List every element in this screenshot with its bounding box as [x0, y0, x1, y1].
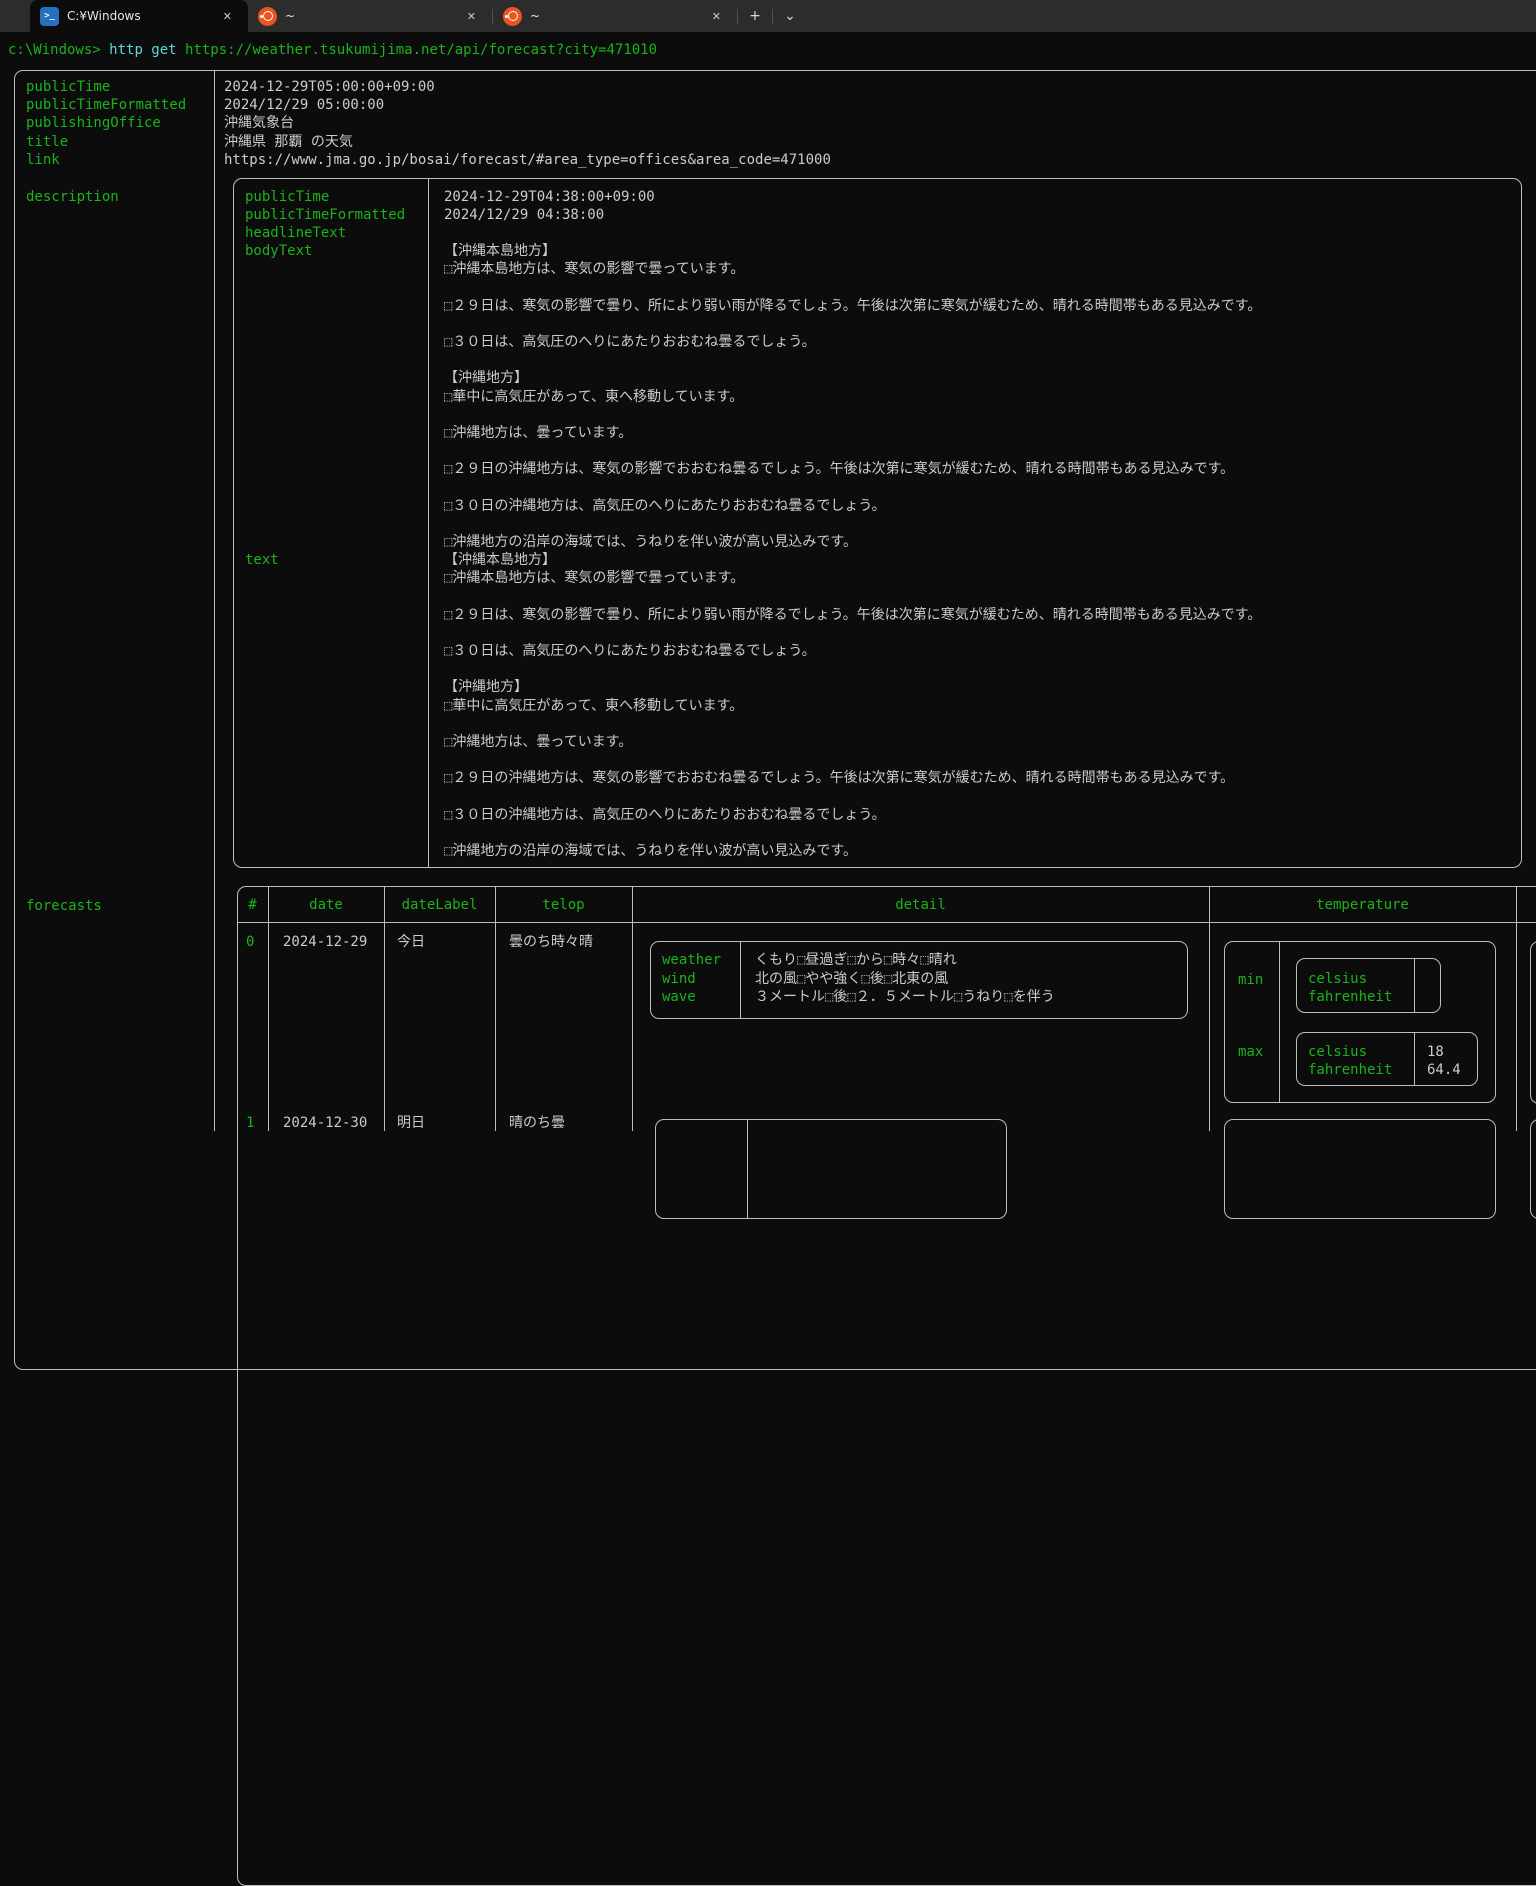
key-fahrenheit: fahrenheit — [1308, 1061, 1392, 1079]
cell-date: 2024-12-30 — [283, 1114, 367, 1132]
clipped-detail-box — [1530, 941, 1536, 1104]
value-publishingOffice: 沖縄気象台 — [224, 114, 294, 132]
close-tab-icon[interactable]: ✕ — [706, 8, 727, 25]
key-link: link — [26, 151, 60, 169]
key-min: min — [1238, 971, 1263, 989]
value-publicTime: 2024-12-29T04:38:00+09:00 — [444, 188, 655, 206]
key-publicTime: publicTime — [26, 78, 110, 96]
tab-bar: >_ C:¥Windows ✕ ~ ✕ ~ ✕ + ⌄ — [0, 0, 1536, 32]
cell-telop: 曇のち時々晴 — [509, 933, 593, 951]
table-divider — [1414, 1032, 1415, 1086]
header-telop: telop — [495, 896, 632, 914]
clipped-detail-box — [1530, 1119, 1536, 1219]
tab-ubuntu-1[interactable]: ~ ✕ — [248, 0, 492, 32]
request-url[interactable]: https://weather.tsukumijima.net/api/fore… — [185, 42, 657, 58]
header-divider — [238, 922, 1536, 923]
cell-dateLabel: 明日 — [397, 1114, 425, 1132]
header-date: date — [268, 896, 384, 914]
prompt-path: c:\Windows> — [8, 42, 101, 58]
value-wind: 北の風⬚やや強く⬚後⬚北東の風 — [755, 970, 948, 988]
key-publicTimeFormatted: publicTimeFormatted — [26, 96, 186, 114]
cell-telop: 晴のち曇 — [509, 1114, 565, 1132]
ubuntu-icon — [503, 7, 522, 26]
key-max: max — [1238, 1043, 1263, 1061]
key-wind: wind — [662, 970, 696, 988]
header-temperature: temperature — [1209, 896, 1516, 914]
key-description: description — [26, 188, 119, 206]
value-bodyText: 【沖縄本島地方】 ⬚沖縄本島地方は、寒気の影響で曇っています。 ⬚２９日は、寒気… — [444, 242, 1519, 551]
key-celsius: celsius — [1308, 970, 1367, 988]
terminal-window: { "window": { "tabs": [ {"title": "C:¥Wi… — [0, 0, 1536, 1131]
detail-box — [655, 1119, 1007, 1219]
tab-title: C:¥Windows — [67, 9, 209, 23]
key-weather: weather — [662, 951, 721, 969]
value-wave: ３メートル⬚後⬚２．５メートル⬚うねり⬚を伴う — [755, 988, 1055, 1006]
close-tab-icon[interactable]: ✕ — [217, 8, 238, 25]
value-publicTimeFormatted: 2024/12/29 05:00:00 — [224, 96, 384, 114]
key-publicTime: publicTime — [245, 188, 329, 206]
cell-date: 2024-12-29 — [283, 933, 367, 951]
value-weather: くもり⬚昼過ぎ⬚から⬚時々⬚晴れ — [755, 951, 957, 969]
table-divider — [740, 941, 741, 1019]
ubuntu-icon — [258, 7, 277, 26]
key-bodyText: bodyText — [245, 242, 312, 260]
value-publicTime: 2024-12-29T05:00:00+09:00 — [224, 78, 435, 96]
value-text: 【沖縄本島地方】 ⬚沖縄本島地方は、寒気の影響で曇っています。 ⬚２９日は、寒気… — [444, 551, 1519, 860]
table-divider — [1414, 958, 1415, 1013]
table-divider — [1279, 941, 1280, 1103]
key-celsius: celsius — [1308, 1043, 1367, 1061]
header-dateLabel: dateLabel — [384, 896, 495, 914]
key-headlineText: headlineText — [245, 224, 346, 242]
close-tab-icon[interactable]: ✕ — [461, 8, 482, 25]
table-divider — [747, 1119, 748, 1219]
value-title: 沖縄県 那覇 の天気 — [224, 133, 353, 151]
table-divider — [428, 178, 429, 868]
key-text: text — [245, 551, 279, 569]
cell-dateLabel: 今日 — [397, 933, 425, 951]
value-link[interactable]: https://www.jma.go.jp/bosai/forecast/#ar… — [224, 151, 831, 169]
value-publicTimeFormatted: 2024/12/29 04:38:00 — [444, 206, 604, 224]
table-divider — [214, 70, 215, 1131]
key-title: title — [26, 133, 68, 151]
header-index: # — [237, 896, 268, 914]
value-max-fahrenheit: 64.4 — [1427, 1061, 1461, 1079]
key-fahrenheit: fahrenheit — [1308, 988, 1392, 1006]
tab-title: ~ — [530, 9, 698, 23]
key-forecasts: forecasts — [26, 897, 102, 915]
cell-index: 0 — [246, 933, 254, 951]
tab-powershell[interactable]: >_ C:¥Windows ✕ — [30, 0, 248, 32]
key-publishingOffice: publishingOffice — [26, 114, 161, 132]
key-publicTimeFormatted: publicTimeFormatted — [245, 206, 405, 224]
key-wave: wave — [662, 988, 696, 1006]
cell-index: 1 — [246, 1114, 254, 1132]
tab-dropdown-button[interactable]: ⌄ — [773, 0, 807, 32]
temperature-box — [1224, 1119, 1496, 1219]
tab-ubuntu-2[interactable]: ~ ✕ — [493, 0, 737, 32]
command-text: http get — [109, 42, 176, 58]
new-tab-button[interactable]: + — [738, 0, 772, 32]
tab-title: ~ — [285, 9, 453, 23]
command-line: c:\Windows> http get https://weather.tsu… — [8, 41, 657, 59]
value-max-celsius: 18 — [1427, 1043, 1444, 1061]
powershell-icon: >_ — [40, 7, 59, 26]
header-detail: detail — [632, 896, 1209, 914]
